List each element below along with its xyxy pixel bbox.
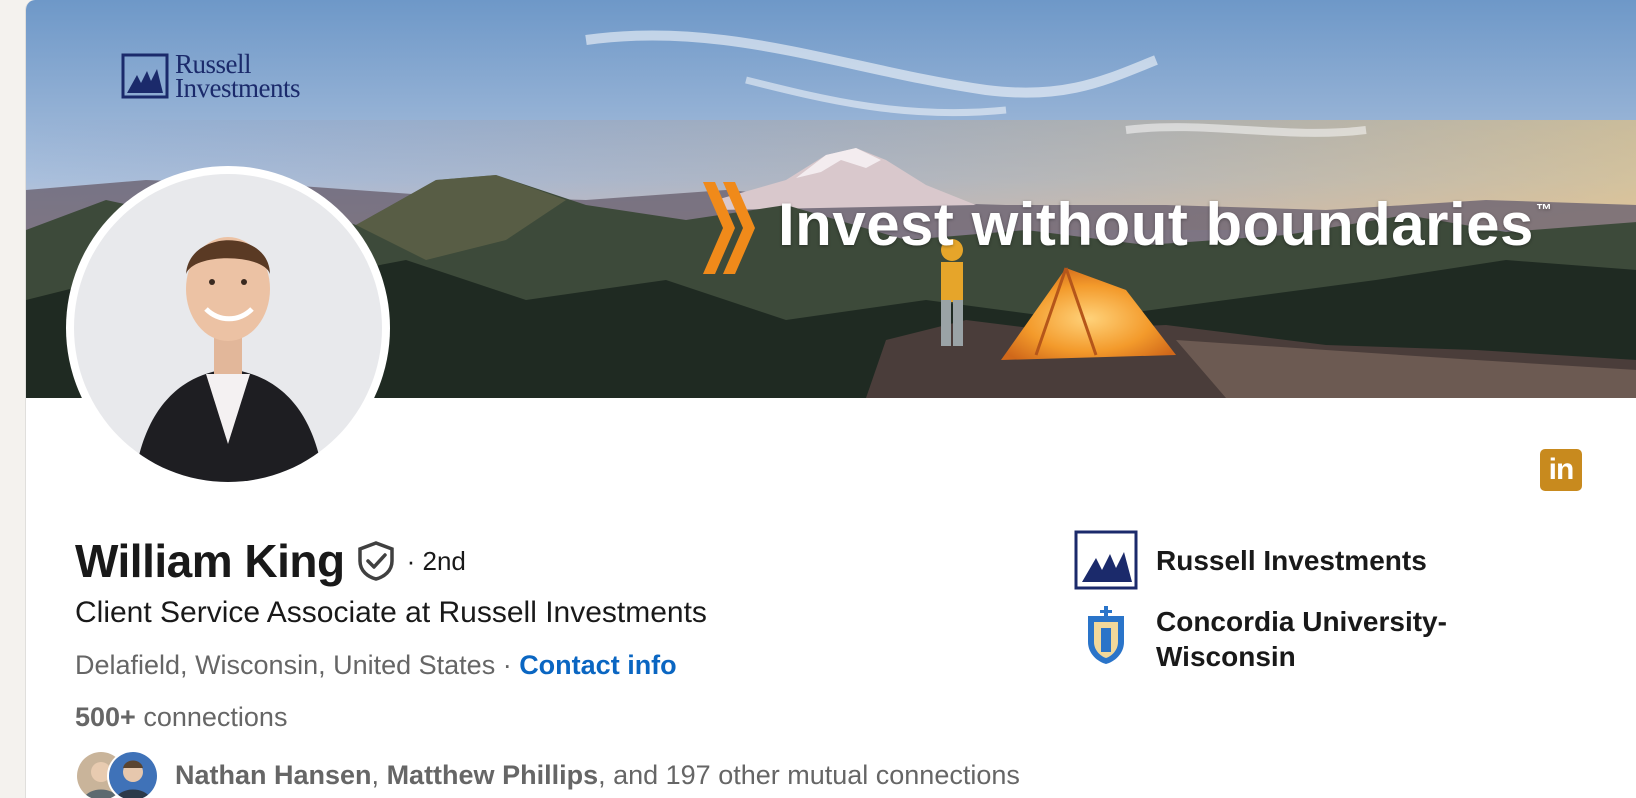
profile-avatar[interactable] bbox=[74, 174, 382, 482]
name-row: William King · 2nd bbox=[75, 534, 466, 588]
verified-shield-icon[interactable] bbox=[357, 541, 395, 581]
trademark-symbol: ™ bbox=[1535, 202, 1553, 219]
school-name: Concordia University- Wisconsin bbox=[1156, 606, 1447, 672]
profile-card: Russell Investments Invest without bound… bbox=[25, 0, 1636, 798]
company-name: Russell Investments bbox=[1156, 544, 1427, 576]
profile-location: Delafield, Wisconsin, United States bbox=[75, 650, 496, 680]
connections-number: 500+ bbox=[75, 702, 136, 732]
banner-tagline: Invest without boundaries ™ bbox=[778, 190, 1552, 259]
mutual-comma: , bbox=[371, 759, 387, 790]
russell-investments-icon bbox=[121, 53, 169, 99]
russell-investments-logo bbox=[1074, 530, 1138, 590]
location-separator: · bbox=[495, 650, 520, 680]
mutual-avatars bbox=[75, 750, 167, 798]
russell-investments-banner-logo: Russell Investments bbox=[121, 49, 335, 103]
contact-info-link[interactable]: Contact info bbox=[519, 650, 676, 680]
profile-headline: Client Service Associate at Russell Inve… bbox=[75, 596, 707, 629]
orange-chevrons-icon bbox=[703, 182, 755, 274]
education-school-row[interactable]: Concordia University- Wisconsin bbox=[1074, 604, 1447, 674]
mutual-name-2: Matthew Phillips bbox=[386, 759, 599, 790]
banner-tagline-text: Invest without boundaries bbox=[778, 191, 1534, 258]
linkedin-icon[interactable]: in bbox=[1540, 449, 1582, 491]
connections-count[interactable]: 500+ connections bbox=[75, 702, 287, 733]
connection-degree: · 2nd bbox=[406, 545, 466, 576]
location-row: Delafield, Wisconsin, United States · Co… bbox=[75, 650, 677, 681]
mutual-rest: , and 197 other mutual connections bbox=[598, 759, 1020, 790]
mutual-connections[interactable]: Nathan Hansen, Matthew Phillips, and 197… bbox=[75, 750, 1020, 798]
experience-company-row[interactable]: Russell Investments bbox=[1074, 530, 1427, 590]
profile-name: William King bbox=[75, 535, 345, 587]
banner-brand-name: Russell Investments bbox=[175, 49, 300, 103]
concordia-university-logo bbox=[1074, 604, 1138, 664]
connections-label: connections bbox=[143, 702, 288, 732]
profile-photo bbox=[74, 174, 382, 482]
mutual-connections-text: Nathan Hansen, Matthew Phillips, and 197… bbox=[175, 760, 1020, 791]
mutual-avatar-2 bbox=[107, 750, 159, 798]
mutual-name-1: Nathan Hansen bbox=[175, 759, 372, 790]
